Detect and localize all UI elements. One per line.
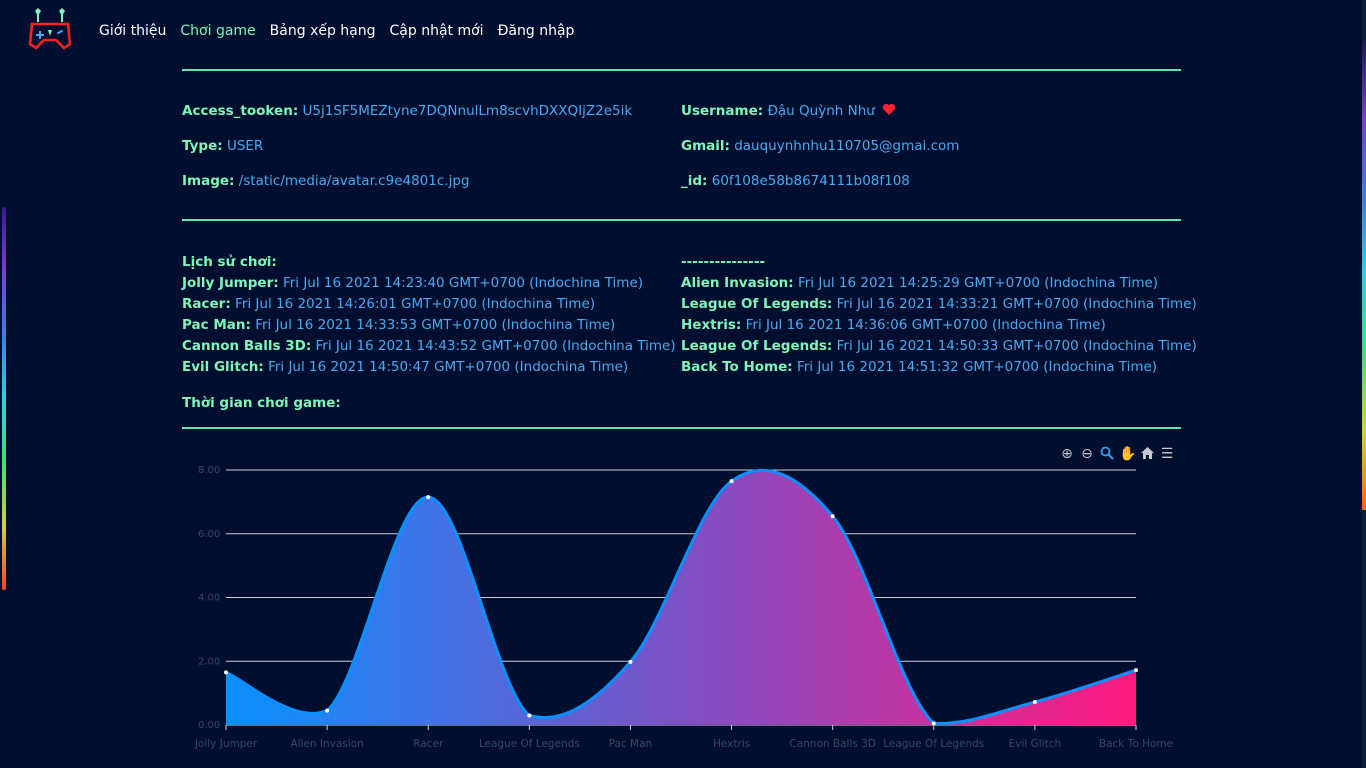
nav-item-gioi-thieu[interactable]: Giới thiệu: [99, 23, 166, 39]
history-time: Fri Jul 16 2021 14:51:32 GMT+0700 (Indoc…: [796, 359, 1158, 375]
list-item: Pac Man: Fri Jul 16 2021 14:33:53 GMT+07…: [182, 315, 676, 336]
history-left: Lịch sử chơi: Jolly Jumper: Fri Jul 16 2…: [182, 252, 676, 378]
data-point[interactable]: [325, 708, 330, 713]
playtime-label: Thời gian chơi game:: [182, 395, 341, 411]
access-token-value: U5j1SF5MEZtyne7DQNnulLm8scvhDXXQIjZ2e5ik: [302, 103, 633, 119]
x-tick-label: League Of Legends: [883, 738, 984, 750]
divider-middle: [182, 219, 1181, 221]
y-tick-label: 8.00: [198, 465, 220, 476]
main-menu: Giới thiệu Chơi game Bảng xếp hạng Cập n…: [99, 23, 588, 39]
history-time: Fri Jul 16 2021 14:50:33 GMT+0700 (Indoc…: [836, 338, 1197, 354]
left-scroll-indicator: [2, 207, 6, 590]
type-value: USER: [226, 138, 264, 154]
data-point[interactable]: [1032, 700, 1037, 705]
gamepad-logo-icon[interactable]: [28, 8, 72, 50]
history-game: Alien Invasion:: [681, 275, 794, 291]
history-time: Fri Jul 16 2021 14:36:06 GMT+0700 (Indoc…: [745, 317, 1106, 333]
top-navbar: Giới thiệu Chơi game Bảng xếp hạng Cập n…: [0, 0, 1366, 62]
id-row: _id: 60f108e58b8674111b08f108: [681, 173, 910, 189]
username-row: Username: Đậu Quỳnh Như: [681, 103, 896, 119]
access-token-row: Access_tooken: U5j1SF5MEZtyne7DQNnulLm8s…: [182, 103, 632, 119]
history-game: League Of Legends:: [681, 296, 833, 312]
nav-item-cap-nhat-moi[interactable]: Cập nhật mới: [390, 23, 484, 39]
playtime-heading: Thời gian chơi game:: [182, 395, 341, 411]
y-tick-label: 2.00: [198, 656, 220, 667]
image-value: /static/media/avatar.c9e4801c.jpg: [238, 173, 470, 189]
username-label: Username:: [681, 103, 764, 119]
x-tick-label: Hextris: [713, 738, 750, 750]
history-game: Back To Home:: [681, 359, 793, 375]
chart-x-labels: Jolly Jumper Alien Invasion Racer League Of…: [194, 725, 1173, 750]
list-item: Cannon Balls 3D: Fri Jul 16 2021 14:43:5…: [182, 336, 676, 357]
history-time: Fri Jul 16 2021 14:43:52 GMT+0700 (Indoc…: [315, 338, 676, 354]
y-tick-label: 0.00: [198, 720, 220, 731]
data-point[interactable]: [931, 721, 936, 726]
history-right: --------------- Alien Invasion: Fri Jul …: [681, 252, 1197, 378]
data-point[interactable]: [729, 479, 734, 484]
page-scrollbar[interactable]: [1362, 0, 1366, 768]
x-tick-label: Back To Home: [1099, 738, 1173, 750]
id-value: 60f108e58b8674111b08f108: [711, 173, 910, 189]
history-title: Lịch sử chơi:: [182, 254, 277, 270]
gmail-label: Gmail:: [681, 138, 730, 154]
list-item: Jolly Jumper: Fri Jul 16 2021 14:23:40 G…: [182, 273, 676, 294]
chart-y-labels: 0.00 2.00 4.00 6.00 8.00: [198, 465, 220, 731]
data-point[interactable]: [830, 514, 835, 519]
list-item: Racer: Fri Jul 16 2021 14:26:01 GMT+0700…: [182, 294, 676, 315]
history-game: Evil Glitch:: [182, 359, 264, 375]
type-row: Type: USER: [182, 138, 263, 154]
list-item: Hextris: Fri Jul 16 2021 14:36:06 GMT+07…: [681, 315, 1197, 336]
data-point[interactable]: [628, 659, 633, 664]
divider-bottom: [182, 427, 1181, 429]
list-item: Evil Glitch: Fri Jul 16 2021 14:50:47 GM…: [182, 357, 676, 378]
history-time: Fri Jul 16 2021 14:33:53 GMT+0700 (Indoc…: [255, 317, 616, 333]
x-tick-label: League Of Legends: [479, 738, 580, 750]
playtime-area-chart: Jolly Jumper Alien Invasion Racer League Of…: [194, 465, 1173, 750]
divider-top: [182, 69, 1181, 71]
history-time: Fri Jul 16 2021 14:23:40 GMT+0700 (Indoc…: [282, 275, 644, 291]
gmail-value: dauquynhnhu110705@gmai.com: [734, 138, 960, 154]
history-time: Fri Jul 16 2021 14:33:21 GMT+0700 (Indoc…: [836, 296, 1197, 312]
nav-item-choi-game[interactable]: Chơi game: [180, 23, 255, 39]
history-game: League Of Legends:: [681, 338, 833, 354]
gmail-row: Gmail: dauquynhnhu110705@gmai.com: [681, 138, 959, 154]
access-token-label: Access_tooken:: [182, 103, 299, 119]
image-label: Image:: [182, 173, 235, 189]
history-game: Cannon Balls 3D:: [182, 338, 312, 354]
y-tick-label: 4.00: [198, 593, 220, 604]
data-point[interactable]: [527, 713, 532, 718]
x-tick-label: Cannon Balls 3D: [789, 738, 876, 750]
x-tick-label: Pac Man: [609, 738, 653, 750]
x-tick-label: Alien Invasion: [290, 738, 363, 750]
history-game: Pac Man:: [182, 317, 251, 333]
history-divider: ---------------: [681, 254, 766, 270]
x-tick-label: Evil Glitch: [1009, 738, 1062, 750]
history-time: Fri Jul 16 2021 14:25:29 GMT+0700 (Indoc…: [797, 275, 1159, 291]
username-value: Đậu Quỳnh Như: [767, 103, 875, 119]
image-row: Image: /static/media/avatar.c9e4801c.jpg: [182, 173, 469, 189]
nav-item-bang-xep-hang[interactable]: Bảng xếp hạng: [270, 23, 376, 39]
history-time: Fri Jul 16 2021 14:50:47 GMT+0700 (Indoc…: [268, 359, 629, 375]
list-item: Alien Invasion: Fri Jul 16 2021 14:25:29…: [681, 273, 1197, 294]
history-time: Fri Jul 16 2021 14:26:01 GMT+0700 (Indoc…: [235, 296, 596, 312]
history-game: Hextris:: [681, 317, 742, 333]
type-label: Type:: [182, 138, 223, 154]
scrollbar-thumb[interactable]: [1362, 40, 1366, 510]
y-tick-label: 6.00: [198, 529, 220, 540]
list-item: League Of Legends: Fri Jul 16 2021 14:50…: [681, 336, 1197, 357]
data-point[interactable]: [224, 670, 228, 675]
id-label: _id:: [681, 173, 708, 189]
x-tick-label: Racer: [413, 738, 444, 750]
history-game: Racer:: [182, 296, 231, 312]
history-game: Jolly Jumper:: [182, 275, 279, 291]
x-tick-label: Jolly Jumper: [194, 738, 258, 750]
nav-item-dang-nhap[interactable]: Đăng nhập: [498, 23, 575, 39]
data-point[interactable]: [426, 495, 431, 500]
list-item: League Of Legends: Fri Jul 16 2021 14:33…: [681, 294, 1197, 315]
heart-icon: [882, 103, 896, 115]
list-item: Back To Home: Fri Jul 16 2021 14:51:32 G…: [681, 357, 1197, 378]
data-point[interactable]: [1134, 668, 1138, 673]
